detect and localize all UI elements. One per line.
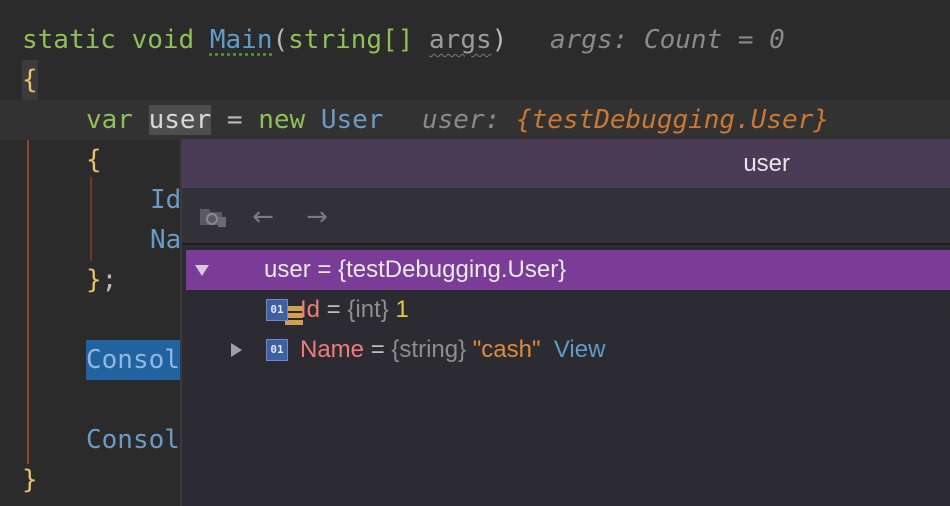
method-close-brace: } bbox=[22, 465, 38, 495]
field-type-int: {int} bbox=[347, 296, 389, 323]
tree-row-name[interactable]: 01 Name = {string} "cash" View bbox=[186, 330, 950, 370]
keyword-new: new bbox=[258, 105, 306, 135]
inline-debug-hint-args: args: Count = 0 bbox=[550, 25, 785, 55]
close-paren: ) bbox=[491, 25, 508, 55]
keyword-static: static bbox=[22, 25, 116, 55]
code-line-3-current[interactable]: var user = new User user: {testDebugging.… bbox=[0, 100, 950, 140]
keyword-var: var bbox=[86, 105, 133, 135]
back-arrow-icon[interactable]: ← bbox=[248, 202, 278, 232]
popup-toolbar: ← → bbox=[182, 188, 950, 245]
variable-user[interactable]: user bbox=[148, 105, 212, 135]
open-paren: ( bbox=[272, 25, 289, 55]
field-eq: = bbox=[320, 296, 348, 323]
view-link[interactable]: View bbox=[554, 336, 606, 363]
forward-arrow-icon[interactable]: → bbox=[302, 202, 332, 232]
popup-title: user bbox=[743, 150, 790, 177]
code-line-2[interactable]: { bbox=[0, 60, 950, 100]
param-name[interactable]: args bbox=[429, 25, 492, 55]
initializer-open-brace: { bbox=[86, 145, 102, 175]
code-line-1[interactable]: static void Main(string[] args) args: Cou… bbox=[0, 20, 950, 60]
variables-tree[interactable]: user = {testDebugging.User} 01 Id = {int… bbox=[186, 247, 950, 506]
field-value-name: "cash" bbox=[472, 336, 541, 363]
semicolon: ; bbox=[101, 265, 118, 295]
inline-debug-hint-label: user: bbox=[422, 105, 501, 135]
root-value: {testDebugging.User} bbox=[338, 256, 567, 283]
popup-header[interactable]: user bbox=[182, 139, 950, 188]
field-name-name: Name bbox=[300, 336, 365, 363]
param-type: string[] bbox=[288, 25, 414, 55]
property-id-partial: Id bbox=[150, 185, 182, 215]
type-user[interactable]: User bbox=[321, 105, 384, 135]
tree-row-id[interactable]: 01 Id = {int} 1 bbox=[186, 290, 950, 330]
assign-operator: = bbox=[226, 105, 243, 135]
expand-triangle-icon[interactable] bbox=[224, 330, 248, 370]
field-icon: 01 bbox=[266, 339, 288, 361]
field-type-string: {string} bbox=[391, 336, 467, 363]
initializer-close-brace: } bbox=[86, 265, 102, 295]
selected-console-call[interactable]: Consol bbox=[86, 340, 180, 380]
method-name[interactable]: Main bbox=[210, 25, 273, 55]
field-value-id: 1 bbox=[395, 296, 409, 323]
object-icon bbox=[230, 259, 304, 325]
tree-row-user[interactable]: user = {testDebugging.User} bbox=[186, 250, 950, 325]
show-in-tree-icon[interactable] bbox=[198, 202, 228, 232]
root-eq: = bbox=[310, 256, 339, 283]
field-eq: = bbox=[364, 336, 392, 363]
inline-debug-hint-value[interactable]: {testDebugging.User} bbox=[516, 105, 829, 135]
keyword-void: void bbox=[131, 25, 195, 55]
field-icon: 01 bbox=[266, 299, 288, 321]
field-name-id: Id bbox=[300, 296, 321, 323]
console-call[interactable]: Consol bbox=[86, 420, 180, 460]
property-name-partial: Na bbox=[150, 225, 182, 255]
collapse-triangle-icon[interactable] bbox=[190, 250, 214, 290]
root-name: user bbox=[264, 256, 311, 283]
method-open-brace: { bbox=[22, 60, 38, 100]
debug-value-popup[interactable]: user ← → user = {testDebugging.User} 01 … bbox=[180, 139, 950, 506]
